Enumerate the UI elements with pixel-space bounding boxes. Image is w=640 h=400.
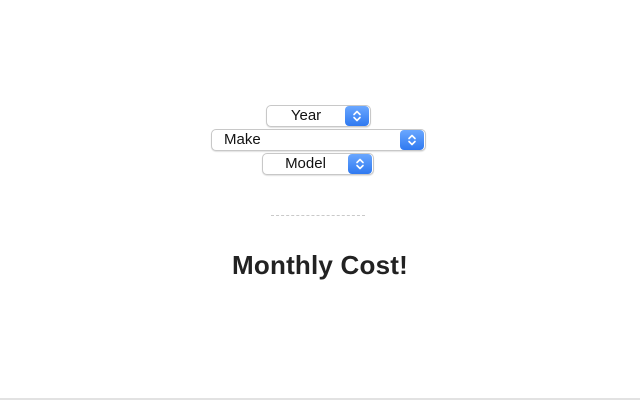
model-select-value: Model bbox=[285, 155, 326, 172]
dashed-divider bbox=[271, 215, 365, 216]
model-select[interactable]: Model bbox=[262, 153, 374, 175]
monthly-cost-title: Monthly Cost! bbox=[232, 250, 408, 280]
year-select-value: Year bbox=[290, 107, 322, 124]
year-select[interactable]: Year bbox=[266, 105, 371, 127]
monthly-cost-page: Year Make Model Monthly Cost! bbox=[0, 0, 640, 400]
make-select-value: Make bbox=[224, 131, 261, 148]
chevron-up-down-icon bbox=[400, 130, 424, 150]
chevron-up-down-icon bbox=[345, 106, 369, 126]
make-select[interactable]: Make bbox=[211, 129, 426, 151]
chevron-up-down-icon bbox=[348, 154, 372, 174]
